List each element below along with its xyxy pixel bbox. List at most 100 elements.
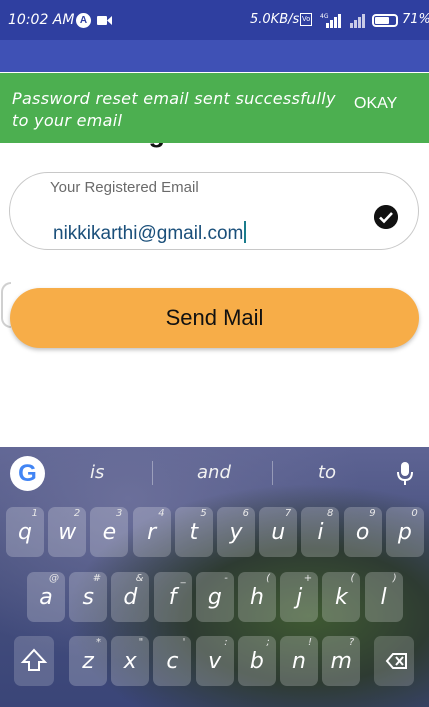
mic-icon[interactable] (396, 461, 414, 487)
key-k[interactable]: k( (322, 572, 361, 622)
key-hint: ? (348, 637, 355, 648)
key-label: c (166, 649, 179, 674)
key-hint: 2 (73, 508, 81, 519)
key-i[interactable]: i8 (301, 507, 340, 557)
signal-icon-2 (350, 14, 365, 28)
key-hint: * (96, 637, 101, 648)
key-hint: 0 (411, 508, 418, 519)
key-label: x (123, 649, 137, 674)
key-p[interactable]: p0 (385, 507, 424, 557)
suggestion-1[interactable]: and (197, 462, 231, 483)
keyboard: G is and to q 1 w 2 e 3 r 4 t 5 y 6 u 7 i 8 o 9 p 0 a @ s # d & f _… (0, 447, 429, 707)
google-icon[interactable]: G (10, 456, 45, 491)
suggestion-divider (272, 461, 273, 485)
key-hint: _ (180, 573, 186, 584)
key-h[interactable]: h( (238, 572, 276, 622)
snackbar: Password reset email sent successfully t… (0, 73, 429, 143)
signal-icon: 4G (320, 13, 341, 28)
key-b[interactable]: b; (237, 636, 276, 686)
key-j[interactable]: j + (280, 572, 319, 622)
key-hint: ) (392, 573, 397, 584)
key-v[interactable]: v: (195, 636, 234, 686)
key-x[interactable]: x " (111, 636, 150, 686)
suggestion-0[interactable]: is (90, 462, 104, 483)
key-hint: 1 (31, 508, 38, 519)
key-hint: & (135, 573, 144, 584)
key-hint: 4 (158, 508, 165, 519)
key-e[interactable]: e3 (90, 507, 129, 557)
status-bar: 10:02 AM A 5.0KB/s Vo 4G 71% (0, 0, 429, 40)
key-label: v (208, 649, 222, 674)
key-label: o (355, 520, 370, 545)
email-input[interactable]: nikkikarthi@gmail.com (53, 221, 247, 245)
key-label: q (18, 520, 32, 545)
app-bar (0, 40, 429, 72)
app-notification-icon: A (76, 13, 91, 28)
key-label: r (147, 520, 157, 545)
shift-icon[interactable] (14, 636, 54, 686)
key-hint: ! (307, 637, 312, 648)
key-n[interactable]: n! (280, 636, 318, 686)
key-hint: 3 (116, 508, 123, 519)
suggestion-bar: G is and to (0, 447, 429, 499)
key-hint: : (224, 637, 228, 648)
volte-badge: Vo (300, 13, 313, 26)
key-label: i (317, 520, 324, 545)
key-label: t (189, 520, 199, 545)
suggestion-2[interactable]: to (318, 462, 336, 483)
key-s[interactable]: s # (69, 572, 108, 622)
key-label: b (249, 649, 264, 674)
key-hint: 9 (369, 508, 376, 519)
key-hint: 7 (284, 508, 292, 519)
net-speed: 5.0KB/s (250, 12, 300, 27)
key-hint: @ (49, 573, 59, 584)
key-l[interactable]: l) (364, 572, 403, 622)
key-hint: ( (266, 573, 270, 584)
key-hint: " (138, 637, 144, 648)
check-icon (374, 205, 398, 229)
key-label: p (397, 520, 412, 545)
email-value: nikkikarthi@gmail.com (53, 223, 244, 244)
key-label: k (335, 585, 348, 610)
key-label: y (229, 520, 243, 545)
send-mail-button[interactable]: Send Mail (10, 288, 419, 348)
key-r[interactable]: r4 (132, 507, 171, 557)
status-time: 10:02 AM (8, 12, 75, 28)
key-label: n (292, 649, 306, 674)
key-q[interactable]: q1 (6, 507, 44, 557)
key-c[interactable]: c ' (153, 636, 192, 686)
key-hint: ( (350, 573, 355, 584)
key-hint: ' (182, 637, 186, 648)
key-a[interactable]: a @ (27, 572, 65, 622)
key-w[interactable]: w2 (48, 507, 87, 557)
key-label: z (82, 649, 94, 674)
key-hint: - (224, 573, 228, 584)
suggestion-divider (152, 461, 153, 485)
key-m[interactable]: m? (322, 636, 361, 686)
key-u[interactable]: u7 (259, 507, 298, 557)
backspace-icon[interactable] (374, 636, 414, 686)
snackbar-okay-button[interactable]: OKAY (354, 95, 397, 113)
key-label: f (168, 585, 177, 610)
key-label: g (207, 585, 222, 610)
email-label: Your Registered Email (50, 179, 199, 196)
key-o[interactable]: o9 (343, 507, 382, 557)
key-y[interactable]: y6 (217, 507, 255, 557)
video-icon (97, 16, 112, 25)
key-hint: 8 (327, 508, 334, 519)
key-d[interactable]: d & (111, 572, 150, 622)
svg-text:4G: 4G (320, 13, 329, 20)
key-f[interactable]: f _ (153, 572, 192, 622)
key-g[interactable]: g- (195, 572, 234, 622)
key-label: l (380, 585, 387, 610)
key-label: e (102, 520, 117, 545)
key-hint: 6 (242, 508, 249, 519)
key-t[interactable]: t5 (174, 507, 213, 557)
email-field[interactable]: Your Registered Email nikkikarthi@gmail.… (9, 172, 419, 250)
snackbar-message: Password reset email sent successfully t… (12, 89, 336, 130)
key-label: u (271, 520, 286, 545)
battery-percent: 71% (402, 12, 429, 27)
key-hint: # (92, 573, 102, 584)
battery-icon (372, 14, 398, 27)
key-z[interactable]: z * (69, 636, 107, 686)
